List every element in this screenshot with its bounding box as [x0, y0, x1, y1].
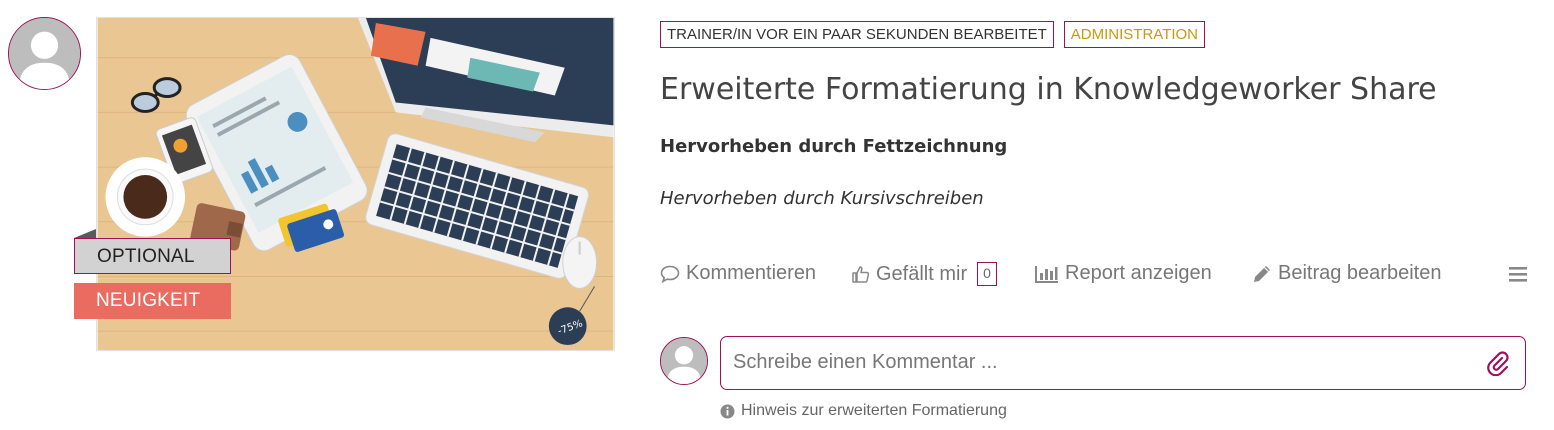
- edit-post-button[interactable]: Beitrag bearbeiten: [1252, 262, 1441, 285]
- comment-button[interactable]: Kommentieren: [660, 262, 816, 285]
- speech-bubble-icon: [660, 265, 680, 283]
- hamburger-menu-icon: [1509, 267, 1527, 282]
- like-button[interactable]: Gefällt mir 0: [851, 262, 997, 286]
- post-title[interactable]: Erweiterte Formatierung in Knowledgework…: [660, 72, 1437, 107]
- edit-label: Beitrag bearbeiten: [1278, 262, 1442, 284]
- trainer-edited-badge: TRAINER/IN VOR EIN PAAR SEKUNDEN BEARBEI…: [660, 21, 1054, 48]
- optional-tag: OPTIONAL: [74, 238, 231, 274]
- comment-input[interactable]: [733, 337, 1473, 388]
- paperclip-icon: [1487, 351, 1509, 377]
- user-avatar-icon: [661, 338, 707, 384]
- pencil-icon: [1254, 265, 1270, 282]
- post-menu-button[interactable]: [1508, 265, 1528, 283]
- attach-button[interactable]: [1485, 350, 1511, 377]
- author-avatar[interactable]: [8, 17, 81, 90]
- news-tag: NEUIGKEIT: [74, 283, 231, 319]
- formatting-hint-link[interactable]: Hinweis zur erweiterten Formatierung: [720, 402, 1007, 420]
- formatting-hint-label: Hinweis zur erweiterten Formatierung: [741, 402, 1007, 419]
- like-count-badge: 0: [977, 262, 997, 286]
- post-italic-text: Hervorheben durch Kursivschreiben: [660, 188, 984, 209]
- ribbon-fold: [74, 229, 96, 238]
- administration-badge[interactable]: ADMINISTRATION: [1063, 21, 1206, 48]
- report-button[interactable]: Report anzeigen: [1035, 262, 1212, 285]
- user-avatar-icon: [9, 18, 80, 89]
- comment-label: Kommentieren: [686, 262, 817, 284]
- post-actions: Kommentieren Gefällt mir 0 Report anzeig…: [660, 262, 1528, 290]
- meta-badges: TRAINER/IN VOR EIN PAAR SEKUNDEN BEARBEI…: [660, 21, 1206, 48]
- post-bold-text: Hervorheben durch Fettzeichnung: [660, 136, 1008, 157]
- thumbs-up-icon: [852, 265, 870, 283]
- bar-chart-icon: [1035, 265, 1058, 283]
- like-label: Gefällt mir: [876, 262, 968, 285]
- comment-box: [720, 336, 1526, 390]
- commenter-avatar: [660, 337, 708, 385]
- info-circle-icon: [720, 404, 735, 418]
- report-label: Report anzeigen: [1065, 262, 1212, 284]
